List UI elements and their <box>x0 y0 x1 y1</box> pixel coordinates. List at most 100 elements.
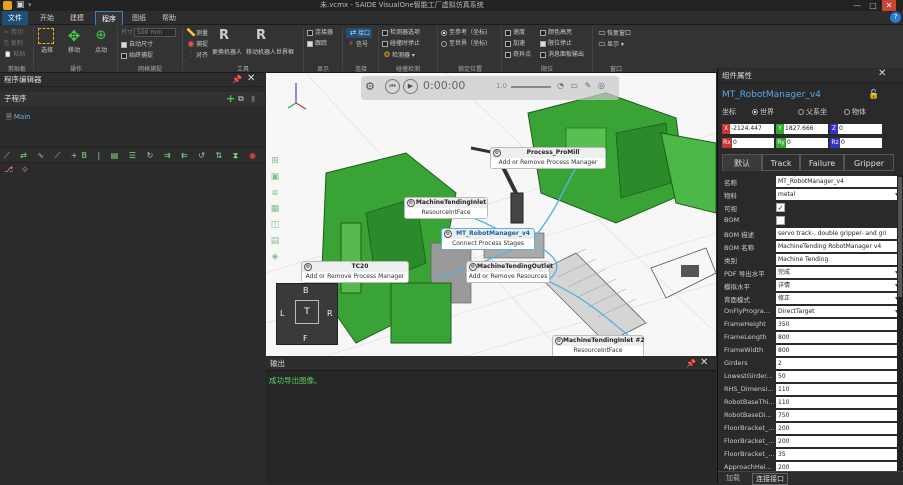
select-icon[interactable] <box>38 28 54 44</box>
help-icon[interactable]: ? <box>890 12 901 23</box>
replace-robot-icon[interactable]: R <box>219 28 229 43</box>
jog-button[interactable]: 点动 <box>95 46 107 55</box>
node-machine-tending-inlet[interactable]: ⚙ MachineTendingInlet ResourceIntFace <box>404 197 488 219</box>
cube-face-right[interactable]: R <box>327 309 333 318</box>
close-output-icon[interactable]: ✕ <box>700 357 708 368</box>
property-value[interactable]: 350 <box>776 319 900 330</box>
lock-icon[interactable]: 🔓 <box>868 90 879 100</box>
property-select[interactable]: metal <box>776 189 900 200</box>
speed-slider[interactable] <box>511 86 551 88</box>
coord-ry-field[interactable]: Ry 0 <box>776 138 828 148</box>
paste-button[interactable]: 📋 粘贴 <box>4 50 25 59</box>
singular-checkbox[interactable]: 奇异点 <box>505 50 531 59</box>
coord-parent-radio[interactable]: 父系坐 <box>798 107 827 117</box>
node-process-promill[interactable]: ⚙ Process_ProMill Add or Remove Process Ma… <box>490 147 606 169</box>
property-value[interactable]: 750 <box>776 410 900 421</box>
tab-gripper[interactable]: Gripper <box>844 154 894 171</box>
stop-on-collision-checkbox[interactable]: 碰撞时停止 <box>382 39 420 48</box>
coord-rx-field[interactable]: Rx 0 <box>722 138 774 148</box>
coord-x-field[interactable]: X -2124.447 <box>722 124 774 134</box>
measure-button[interactable]: 📏测量 <box>186 28 208 38</box>
cube-face-left[interactable]: L <box>280 309 284 318</box>
maximize-icon[interactable]: □ <box>866 0 880 11</box>
pin-icon[interactable]: 📌 <box>686 359 696 368</box>
menu-modeling[interactable]: 建模 <box>64 11 90 25</box>
coord-y-field[interactable]: Y 1827.666 <box>776 124 828 134</box>
save-icon[interactable]: ▣ <box>16 0 25 11</box>
settings-gear-icon[interactable]: ⚙ <box>365 80 375 93</box>
cut-button[interactable]: ✂ 剪切 <box>4 28 23 37</box>
3d-viewport[interactable]: ⚙ ⏮ ▶ 0:00:00 1.0 ◔ ▭ ✎ ◎ ⊞ ▣ ⧈ ▦ ◫ ▤ ◈ B L T … <box>266 73 716 356</box>
property-select[interactable]: 修正 <box>776 293 900 304</box>
menu-help[interactable]: 帮助 <box>156 11 182 25</box>
minimize-icon[interactable]: — <box>850 0 864 11</box>
pin-icon[interactable]: 📌 <box>232 75 242 84</box>
capture-button[interactable]: ◉ 捕捉 <box>186 39 209 49</box>
coord-rz-field[interactable]: Rz 0 <box>830 138 882 148</box>
property-value[interactable]: MT_RobotManager_v4 <box>776 176 900 187</box>
replace-robot-button[interactable]: 更换机器人 <box>212 48 242 57</box>
add-subprogram-icon[interactable]: + <box>226 92 235 105</box>
main-program-item[interactable]: 🗎 Main <box>6 113 31 124</box>
property-value[interactable]: 110 <box>776 384 900 395</box>
visible-checkbox[interactable]: ✓ <box>776 203 785 212</box>
tab-default[interactable]: 默认 <box>722 154 762 171</box>
play-icon[interactable]: ▶ <box>403 79 418 94</box>
auto-size-checkbox[interactable]: 自动尺寸 <box>121 40 153 49</box>
property-value[interactable]: 35 <box>776 449 900 460</box>
close-panel-icon[interactable]: ✕ <box>247 73 255 84</box>
interface-button[interactable]: ⇄ 接口 <box>346 28 373 38</box>
tab-connect-interface[interactable]: 连接接口 <box>752 473 788 485</box>
grid-size-input[interactable]: 500 mm <box>134 28 176 37</box>
cube-face-back[interactable]: B <box>303 286 309 295</box>
reset-icon[interactable]: ⏮ <box>385 79 400 94</box>
connectors-checkbox[interactable]: 连接器 <box>307 28 333 37</box>
property-select[interactable]: DirectTarget <box>776 306 900 317</box>
show-dropdown[interactable]: ▭显示 ▾ <box>597 39 624 49</box>
delete-subprogram-icon[interactable]: ▮ <box>251 94 255 103</box>
to-reference-radio[interactable]: 至参考（坐标) <box>441 28 487 37</box>
move-icon[interactable]: ✥ <box>66 28 82 44</box>
coord-z-field[interactable]: Z0 <box>830 124 882 134</box>
restore-window-button[interactable]: ▭恢复窗口 <box>597 28 631 38</box>
signal-button[interactable]: ⚡ 信号 <box>346 39 368 49</box>
menu-file[interactable]: 文件 <box>2 11 28 25</box>
cube-face-top[interactable]: T <box>295 300 319 324</box>
menu-program[interactable]: 程序 <box>95 11 123 25</box>
copy-button[interactable]: ⎘ 复制 <box>4 39 23 48</box>
bom-checkbox[interactable] <box>776 216 785 225</box>
cube-face-front[interactable]: F <box>303 334 308 343</box>
property-value[interactable]: 2 <box>776 358 900 369</box>
select-button[interactable]: 选择 <box>41 46 53 55</box>
align-button[interactable]: ⫶ 对齐 <box>186 50 208 60</box>
detector-options-checkbox[interactable]: 检测器选项 <box>382 28 420 37</box>
dropdown-icon[interactable]: ▾ <box>28 0 32 11</box>
node-mt-robotmanager[interactable]: ⚙ MT_RobotManager_v4 Connect Process Stage… <box>441 228 535 250</box>
property-value[interactable]: 50 <box>776 371 900 382</box>
follow-checkbox[interactable]: 跟踪 <box>307 39 327 48</box>
view-toolstrip[interactable]: ⊞ ▣ ⧈ ▦ ◫ ▤ ◈ <box>268 153 282 273</box>
jog-icon[interactable]: ⊕ <box>93 28 109 44</box>
property-value[interactable]: servo track-, double gripper- and gri <box>776 228 900 239</box>
close-properties-icon[interactable]: ✕ <box>878 68 886 79</box>
statement-toolbar[interactable]: ⟋ ⇄ ∿ ⟋ +B | ▤ ☰ ↻ ⇉ ⇇ ↺ ⇅ ⧗ ◉ | ▤ ⎙ <box>0 147 265 163</box>
view-tools[interactable]: ◔ ▭ ✎ ◎ <box>557 81 607 90</box>
node-machine-tending-inlet-2[interactable]: ⚙ MachineTendingInlet #2 ResourceIntFace <box>552 335 645 356</box>
message-panel-checkbox[interactable]: 消息面板输出 <box>540 50 584 59</box>
coord-object-radio[interactable]: 物体 <box>844 107 866 117</box>
move-robot-world-icon[interactable]: R <box>256 28 266 43</box>
node-machine-tending-outlet[interactable]: ⚙ MachineTendingOutlet Add or Remove Resou… <box>466 261 553 283</box>
move-robot-world-button[interactable]: 移动机器人世界框 <box>246 48 294 57</box>
property-value[interactable]: 110 <box>776 397 900 408</box>
coord-world-radio[interactable]: 世界 <box>752 107 774 117</box>
navigation-cube[interactable]: B L T R F <box>276 283 338 345</box>
menu-drawing[interactable]: 图纸 <box>126 11 152 25</box>
move-button[interactable]: 移动 <box>68 46 80 55</box>
always-snap-checkbox[interactable]: 始终捕捉 <box>121 51 153 60</box>
properties-scrollbar[interactable] <box>897 175 903 471</box>
tab-failure[interactable]: Failure <box>800 154 844 171</box>
speed-checkbox[interactable]: 速度 <box>505 28 525 37</box>
property-value[interactable]: 200 <box>776 423 900 434</box>
statement-toolbar-2[interactable]: ⎇ ⟐ <box>0 163 265 177</box>
property-value[interactable]: 200 <box>776 436 900 447</box>
